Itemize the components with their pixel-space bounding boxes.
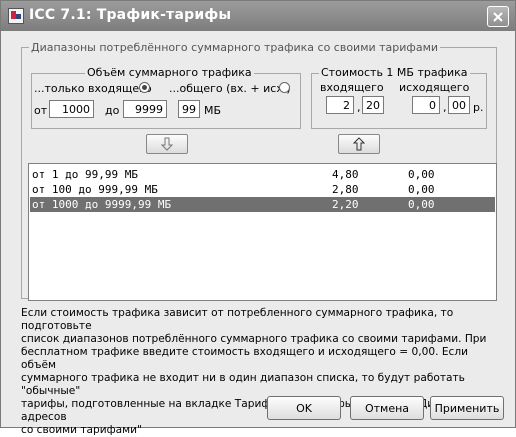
range-out-price: 0,00 [408,198,435,211]
from-label: от [34,104,48,117]
window-title: ICC 7.1: Трафик-тарифы [29,7,232,23]
cost-out-frac-field[interactable]: 00 [448,96,470,114]
volume-total-radio[interactable] [279,82,290,93]
range-out-price: 0,00 [408,183,435,196]
cost-out-int-field[interactable]: 0 [412,96,440,114]
cost-in-comma: , [357,101,361,114]
currency-label: р. [473,101,484,114]
ranges-group-legend: Диапазоны потреблённого суммарного трафи… [29,41,441,54]
cancel-button[interactable]: Отмена [350,396,424,420]
list-item[interactable]: от 1 до 99,99 МБ 4,80 0,00 [30,167,495,182]
range-in-price: 2,20 [332,198,359,211]
from-field[interactable]: 1000 [49,100,94,118]
app-icon [8,8,24,24]
info-line: Если стоимость трафика зависит от потреб… [21,307,454,332]
info-line: тарифы, подготовленные на вкладке Тарифы… [21,398,498,423]
info-line: суммарного трафика не входит ни в один д… [21,372,465,397]
cost-group-legend: Стоимость 1 МБ трафика [319,66,470,79]
list-item[interactable]: от 100 до 999,99 МБ 2,80 0,00 [30,182,495,197]
range-text: от 1 до 99,99 МБ [32,168,138,181]
cost-outgoing-label: исходящего [399,81,470,94]
ranges-list[interactable]: от 1 до 99,99 МБ 4,80 0,00 от 100 до 999… [28,163,497,301]
ok-button[interactable]: OK [267,396,341,420]
range-in-price: 2,80 [332,183,359,196]
close-button[interactable] [487,6,509,27]
apply-button[interactable]: Применить [430,396,504,420]
move-down-button[interactable] [146,134,188,154]
range-in-price: 4,80 [332,168,359,181]
info-line: список диапазонов потреблённого суммарно… [21,333,487,345]
info-line: бесплатном трафике введите стоимость вхо… [21,346,468,371]
arrow-down-icon [161,137,173,151]
cost-out-comma: , [443,101,447,114]
to-int-field[interactable]: 9999 [123,100,167,118]
dialog-window: ICC 7.1: Трафик-тарифы Диапазоны потребл… [0,0,516,436]
list-item-selected[interactable]: от 1000 до 9999,99 МБ 2,20 0,00 [30,197,495,212]
range-text: от 100 до 999,99 МБ [32,183,158,196]
title-bar[interactable]: ICC 7.1: Трафик-тарифы [1,1,515,31]
volume-group-legend: Объём суммарного трафика [85,66,254,79]
cost-incoming-label: входящего [320,81,384,94]
cost-in-frac-field[interactable]: 20 [362,96,384,114]
arrow-up-icon [353,137,365,151]
to-frac-field[interactable]: 99 [178,100,200,118]
to-label: до [105,104,120,117]
range-out-price: 0,00 [408,168,435,181]
move-up-button[interactable] [338,134,380,154]
volume-incoming-label: ...только входящего [34,82,152,95]
volume-unit: МБ [204,104,222,117]
info-line: со своими тарифами" [21,424,142,436]
info-text: Если стоимость трафика зависит от потреб… [21,307,501,437]
close-icon [493,11,503,22]
cost-in-int-field[interactable]: 2 [326,96,354,114]
range-text: от 1000 до 9999,99 МБ [32,198,172,211]
volume-incoming-radio[interactable] [139,82,150,93]
volume-total-label: ...общего (вх. + исх.) [169,82,291,95]
